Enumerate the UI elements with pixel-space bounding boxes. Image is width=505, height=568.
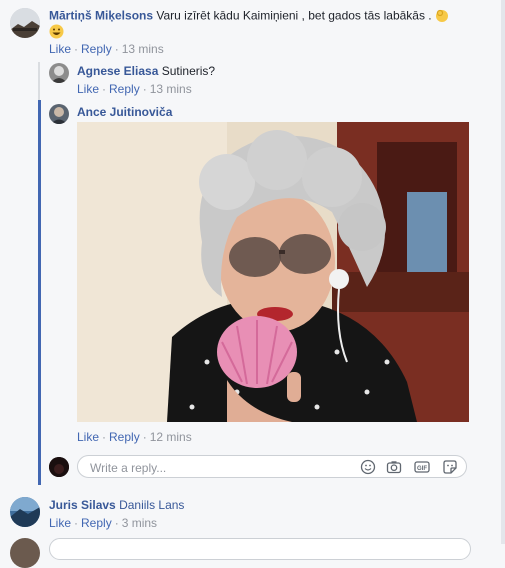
comment-1-body: Mārtiņš Miķelsons Varu izīrēt kādu Kaimi… <box>49 8 449 25</box>
ok-hand-emoji-icon <box>435 8 449 25</box>
avatar-juris[interactable] <box>10 497 40 527</box>
like-link[interactable]: Like <box>77 82 99 96</box>
comment-2-author[interactable]: Juris Silavs <box>49 498 116 512</box>
reply-2-body: Ance Juitinoviča <box>77 105 172 119</box>
avatar-image <box>49 104 69 124</box>
partial-reply-box[interactable] <box>49 538 471 560</box>
avatar-image <box>49 63 69 83</box>
comment-1-author[interactable]: Mārtiņš Miķelsons <box>49 9 153 23</box>
emoji-icon[interactable] <box>360 459 376 475</box>
timestamp[interactable]: 3 mins <box>122 516 157 530</box>
reply-link[interactable]: Reply <box>109 430 140 444</box>
reply-1-actions: Like · Reply · 13 mins <box>77 82 192 96</box>
like-link[interactable]: Like <box>77 430 99 444</box>
reply-composer[interactable]: GIF <box>77 455 467 478</box>
sticker-icon[interactable] <box>442 459 458 475</box>
svg-text:GIF: GIF <box>417 466 427 472</box>
reply-1-author[interactable]: Agnese Eliasa <box>77 64 158 78</box>
timestamp[interactable]: 13 mins <box>150 82 192 96</box>
camera-icon[interactable] <box>386 459 402 475</box>
current-user-avatar[interactable] <box>49 457 69 477</box>
reply-input[interactable] <box>88 458 342 477</box>
avatar-image <box>10 497 40 527</box>
like-link[interactable]: Like <box>49 516 71 530</box>
comment-2-mention[interactable]: Daniils Lans <box>119 498 184 512</box>
scrollbar[interactable] <box>501 0 505 544</box>
reply-2-actions: Like · Reply · 12 mins <box>77 430 192 444</box>
comment-1-actions: Like · Reply · 13 mins <box>49 42 164 56</box>
avatar-image <box>49 457 69 477</box>
gif-image[interactable] <box>77 122 469 422</box>
reply-link[interactable]: Reply <box>81 42 112 56</box>
avatar-martins[interactable] <box>10 8 40 38</box>
comment-2-body: Juris Silavs Daniils Lans <box>49 498 184 512</box>
comment-1-text: Varu izīrēt kādu Kaimiņieni , bet gados … <box>156 8 432 23</box>
avatar-agnese[interactable] <box>49 63 69 83</box>
gif-icon[interactable]: GIF <box>414 459 430 475</box>
avatar-ance[interactable] <box>49 104 69 124</box>
thread-line-active <box>38 100 41 485</box>
avatar-image <box>10 8 40 38</box>
grinning-emoji-icon <box>49 24 64 42</box>
comment-1-emoji-row <box>49 24 64 42</box>
reply-1-body: Agnese Eliasa Sutineris? <box>77 64 215 78</box>
reply-link[interactable]: Reply <box>109 82 140 96</box>
timestamp[interactable]: 13 mins <box>122 42 164 56</box>
reply-1-text: Sutineris? <box>161 64 216 78</box>
timestamp[interactable]: 12 mins <box>150 430 192 444</box>
reply-link[interactable]: Reply <box>81 516 112 530</box>
comment-2-actions: Like · Reply · 3 mins <box>49 516 158 530</box>
thread-line <box>38 62 40 100</box>
reply-2-author[interactable]: Ance Juitinoviča <box>77 105 172 119</box>
like-link[interactable]: Like <box>49 42 71 56</box>
partial-avatar[interactable] <box>10 538 40 568</box>
